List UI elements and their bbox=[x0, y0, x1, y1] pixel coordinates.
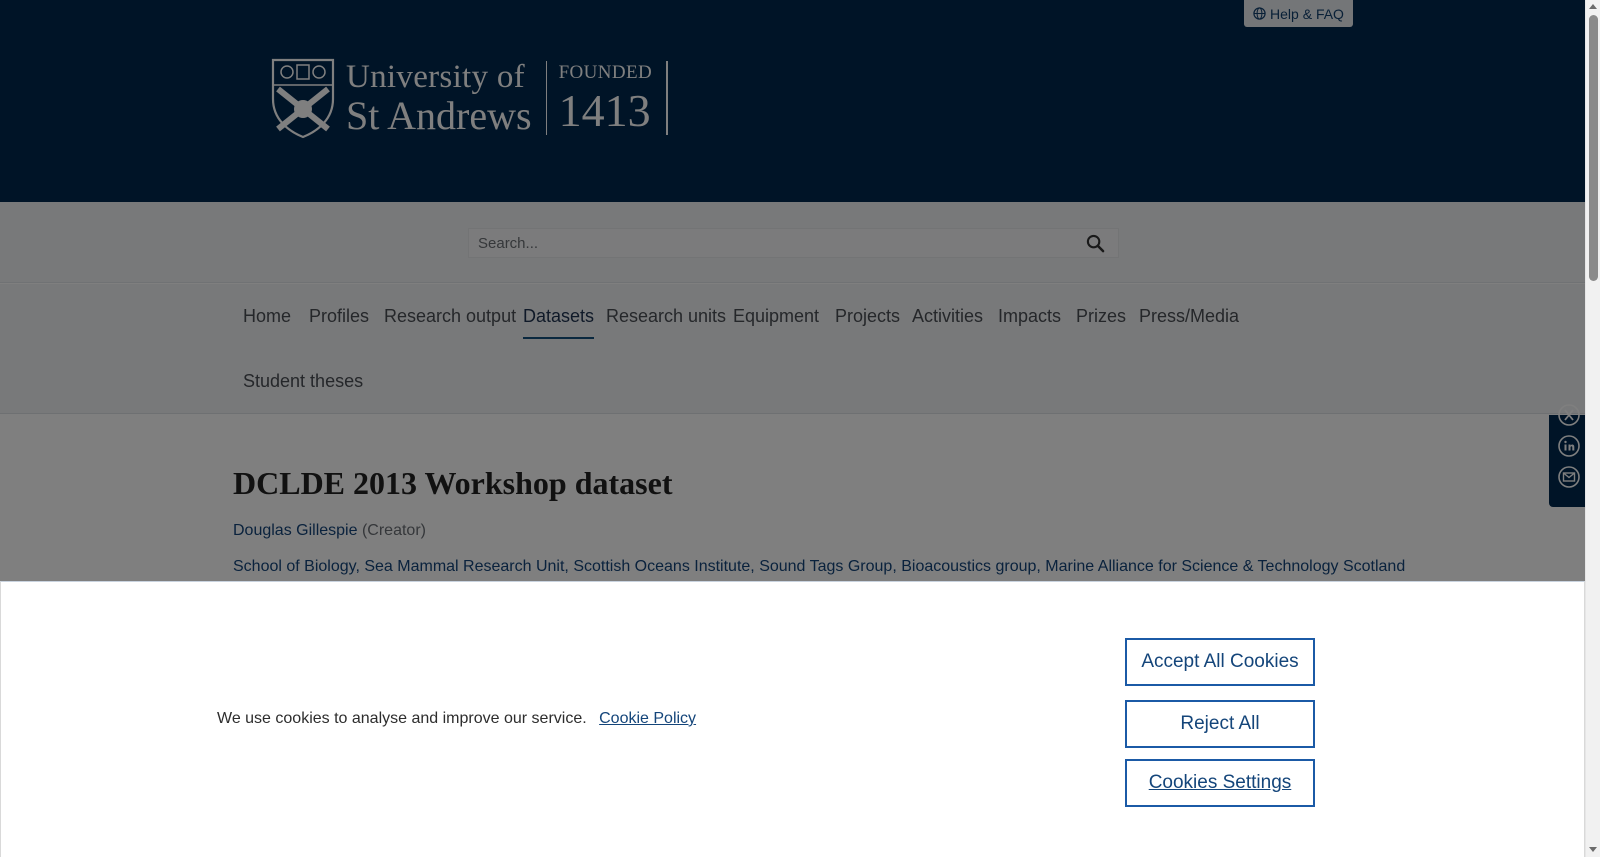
cookie-message: We use cookies to analyse and improve ou… bbox=[217, 710, 696, 728]
scroll-up-arrow-icon[interactable] bbox=[1589, 4, 1597, 9]
scrollbar-thumb[interactable] bbox=[1589, 15, 1598, 281]
cookie-banner: We use cookies to analyse and improve ou… bbox=[0, 581, 1585, 857]
page: University of St Andrews FOUNDED 1413 He… bbox=[0, 0, 1585, 857]
accept-all-cookies-button[interactable]: Accept All Cookies bbox=[1125, 638, 1315, 686]
scroll-down-arrow-icon[interactable] bbox=[1589, 847, 1597, 852]
cookie-policy-link[interactable]: Cookie Policy bbox=[599, 710, 696, 727]
page-scrollbar[interactable] bbox=[1585, 0, 1600, 857]
reject-all-button[interactable]: Reject All bbox=[1125, 700, 1315, 748]
cookies-settings-button[interactable]: Cookies Settings bbox=[1125, 759, 1315, 807]
cookie-message-text: We use cookies to analyse and improve ou… bbox=[217, 710, 587, 727]
